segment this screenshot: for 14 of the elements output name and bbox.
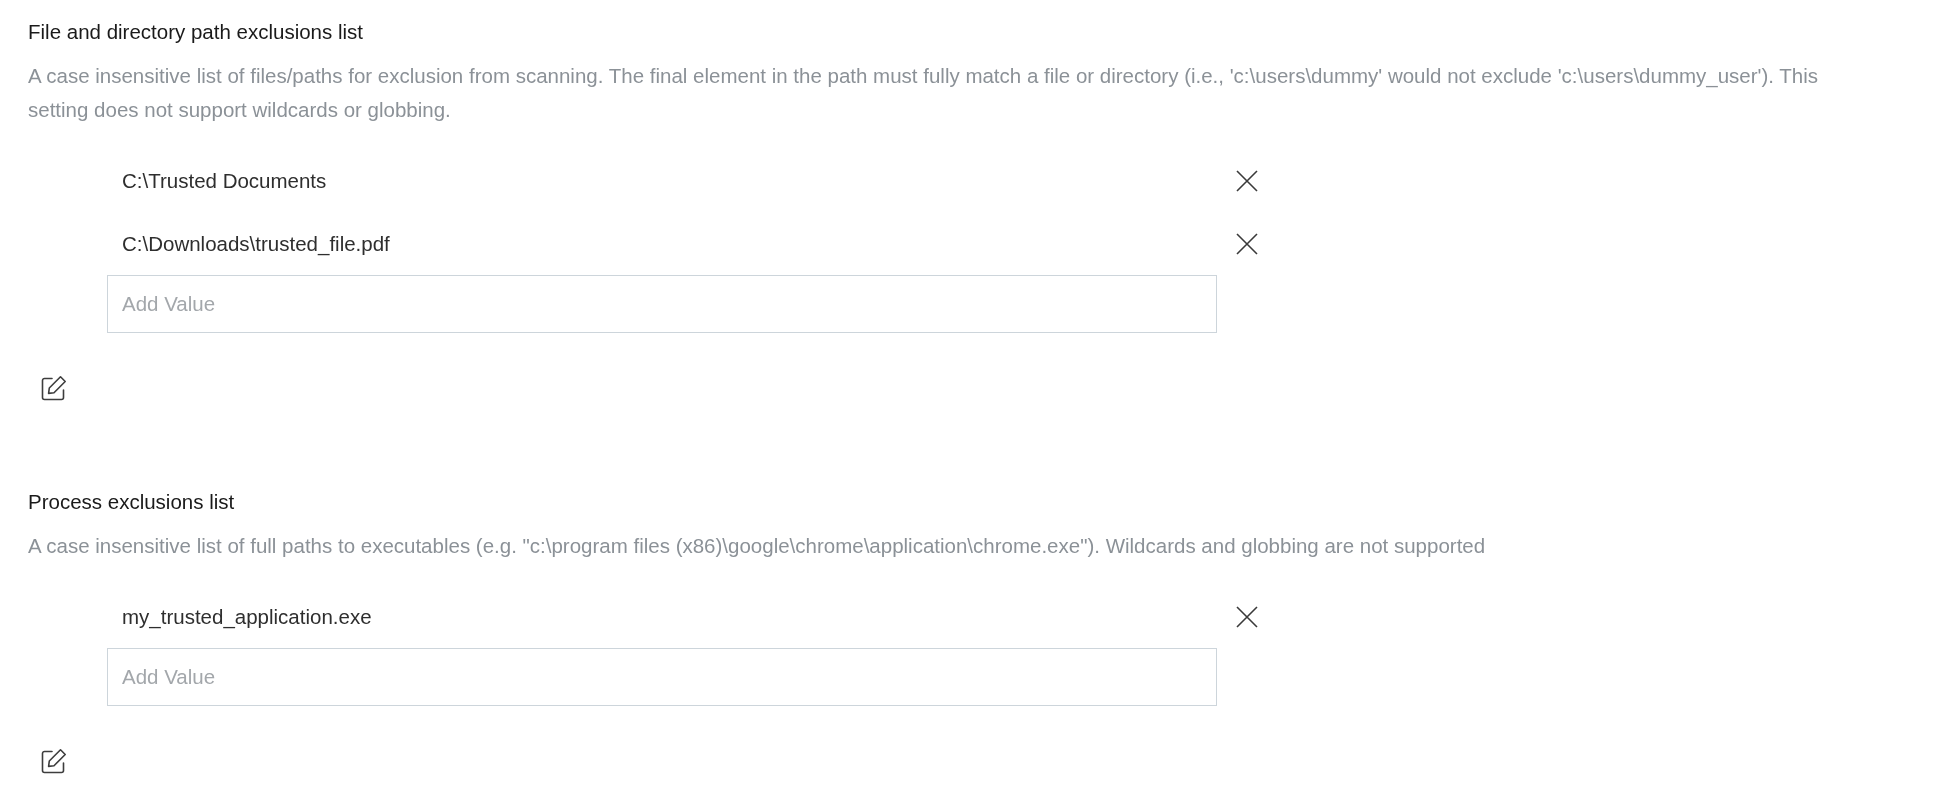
pencil-square-icon[interactable]	[40, 375, 67, 402]
section-title: File and directory path exclusions list	[28, 19, 364, 45]
close-icon[interactable]	[1236, 605, 1258, 628]
entry-text: my_trusted_application.exe	[122, 604, 372, 628]
entry-text: C:\Downloads\trusted_file.pdf	[122, 231, 390, 255]
section-description: A case insensitive list of full paths to executables (e.g. "c:\program files (x86)\google\chrome\application\chrome.exe"). Wildcards and globbing are not supported	[28, 533, 1487, 559]
section-title: Process exclusions list	[28, 489, 236, 515]
input-field[interactable]: Add Value	[107, 648, 1217, 706]
close-icon[interactable]	[1236, 232, 1258, 255]
section-description: A case insensitive list of files/paths for exclusion from scanning. The final element in the path must fully match a file or directory (i.e., 'c:\users\dummy' would not exclude 'c:\users\dummy_user'). This setting does not support wildcards or globbing.	[28, 63, 1820, 123]
close-icon[interactable]	[1236, 169, 1258, 192]
entry-text: C:\Trusted Documents	[122, 168, 327, 192]
pencil-square-icon[interactable]	[40, 748, 67, 775]
input-field[interactable]: Add Value	[107, 275, 1217, 333]
